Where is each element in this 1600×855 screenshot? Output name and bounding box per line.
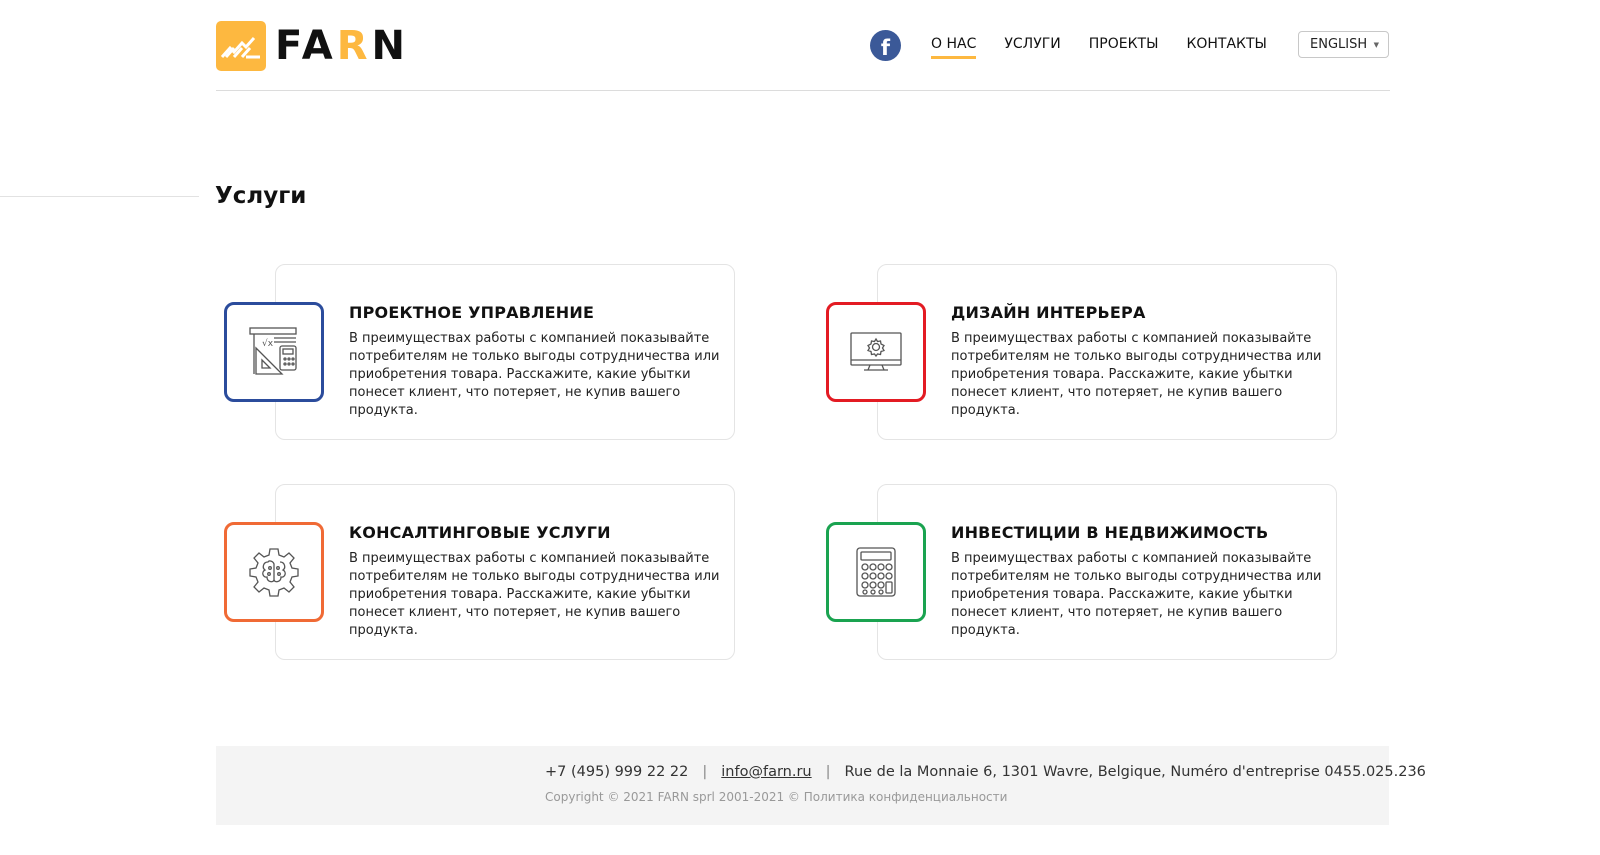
privacy-policy-link[interactable]: Политика конфиденциальности <box>804 790 1008 804</box>
chevron-down-icon: ▼ <box>1373 41 1379 49</box>
service-icon-frame: √x <box>224 302 324 402</box>
service-card-real-estate-investment[interactable]: ИНВЕСТИЦИИ В НЕДВИЖИМОСТЬ В преимущества… <box>826 484 1337 660</box>
logo-text: FARN <box>275 23 409 69</box>
nav-item-contacts[interactable]: КОНТАКТЫ <box>1186 36 1266 56</box>
service-title: ПРОЕКТНОЕ УПРАВЛЕНИЕ <box>349 303 595 322</box>
monitor-gear-icon <box>850 332 902 371</box>
page-title: Услуги <box>215 183 307 209</box>
title-divider <box>0 196 199 197</box>
service-description: В преимуществах работы с компанией показ… <box>951 551 1322 638</box>
service-card-consulting[interactable]: КОНСАЛТИНГОВЫЕ УСЛУГИ В преимуществах ра… <box>224 484 735 660</box>
footer-phone[interactable]: +7 (495) 999 22 22 <box>545 764 688 780</box>
nav-item-about[interactable]: О НАС <box>931 36 977 59</box>
service-description: В преимуществах работы с компанией показ… <box>951 331 1322 418</box>
facebook-icon[interactable]: f <box>870 30 901 61</box>
gear-brain-icon <box>249 548 299 597</box>
footer-separator: | <box>702 764 708 780</box>
calculator-icon <box>856 547 896 597</box>
logo[interactable]: FARN <box>216 21 409 71</box>
service-description: В преимуществах работы с компанией показ… <box>349 331 720 418</box>
service-description: В преимуществах работы с компанией показ… <box>349 551 720 638</box>
nav-item-projects[interactable]: ПРОЕКТЫ <box>1089 36 1159 56</box>
main-nav: О НАС УСЛУГИ ПРОЕКТЫ КОНТАКТЫ <box>931 36 1295 59</box>
footer-separator: | <box>825 764 831 780</box>
service-card-interior-design[interactable]: ДИЗАЙН ИНТЕРЬЕРА В преимуществах работы … <box>826 264 1337 440</box>
service-card-project-management[interactable]: √x ПРОЕКТНОЕ УПРАВЛЕНИЕ В преимуществах … <box>224 264 735 440</box>
footer-address: Rue de la Monnaie 6, 1301 Wavre, Belgiqu… <box>844 764 1426 780</box>
site-footer: +7 (495) 999 22 22 | info@farn.ru | Rue de l… <box>216 746 1426 825</box>
service-icon-frame <box>826 302 926 402</box>
service-title: ИНВЕСТИЦИИ В НЕДВИЖИМОСТЬ <box>951 523 1269 542</box>
copyright-text: Copyright © 2021 FARN sprl 2001-2021 © <box>545 790 804 804</box>
footer-contacts: +7 (495) 999 22 22 | info@farn.ru | Rue de l… <box>545 764 1426 780</box>
footer-copyright: Copyright © 2021 FARN sprl 2001-2021 © П… <box>545 790 1007 804</box>
service-icon-frame <box>224 522 324 622</box>
svg-text:√x: √x <box>262 338 274 349</box>
service-title: ДИЗАЙН ИНТЕРЬЕРА <box>951 303 1146 322</box>
nav-item-services[interactable]: УСЛУГИ <box>1004 36 1060 56</box>
site-header: FARN f О НАС УСЛУГИ ПРОЕКТЫ КОНТАКТЫ ENG… <box>216 0 1390 91</box>
service-title: КОНСАЛТИНГОВЫЕ УСЛУГИ <box>349 523 611 542</box>
logo-mark-icon <box>216 21 266 71</box>
drafting-tools-icon: √x <box>249 327 297 375</box>
language-select[interactable]: ENGLISH ▼ <box>1298 31 1389 58</box>
footer-email-link[interactable]: info@farn.ru <box>721 764 811 780</box>
service-icon-frame <box>826 522 926 622</box>
language-select-value: ENGLISH <box>1310 37 1368 52</box>
